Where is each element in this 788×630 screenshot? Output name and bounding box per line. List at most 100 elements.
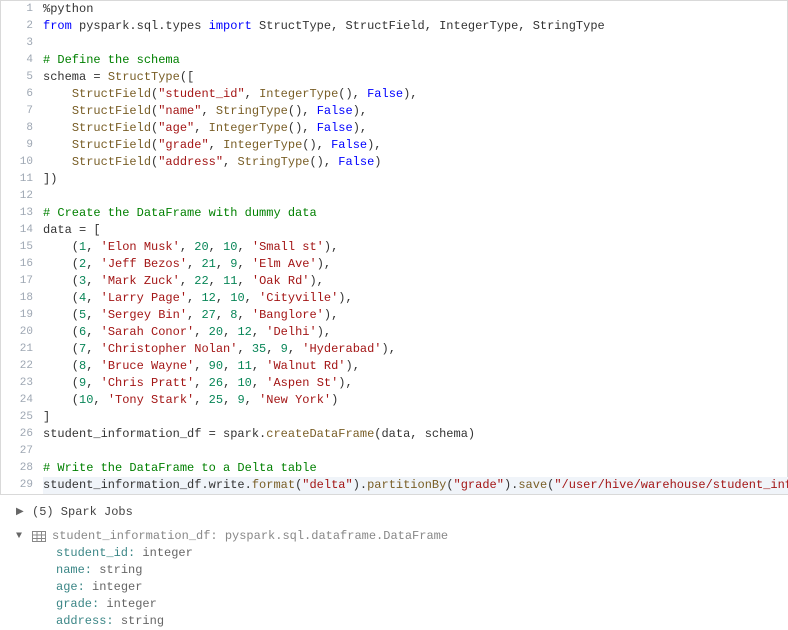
code-text[interactable]: ] — [43, 409, 787, 426]
code-line[interactable]: 20 (6, 'Sarah Conor', 20, 12, 'Delhi'), — [1, 324, 787, 341]
line-number: 14 — [1, 222, 43, 239]
line-number: 18 — [1, 290, 43, 307]
line-number: 12 — [1, 188, 43, 205]
code-text[interactable]: StructField("address", StringType(), Fal… — [43, 154, 787, 171]
line-number: 7 — [1, 103, 43, 120]
schema-field-row: address: string — [56, 613, 788, 630]
line-number: 22 — [1, 358, 43, 375]
code-text[interactable]: # Create the DataFrame with dummy data — [43, 205, 787, 222]
code-line[interactable]: 10 StructField("address", StringType(), … — [1, 154, 787, 171]
line-number: 26 — [1, 426, 43, 443]
code-line[interactable]: 9 StructField("grade", IntegerType(), Fa… — [1, 137, 787, 154]
code-text[interactable]: (1, 'Elon Musk', 20, 10, 'Small st'), — [43, 239, 787, 256]
code-text[interactable]: (7, 'Christopher Nolan', 35, 9, 'Hyderab… — [43, 341, 787, 358]
code-text[interactable]: (2, 'Jeff Bezos', 21, 9, 'Elm Ave'), — [43, 256, 787, 273]
line-number: 29 — [1, 477, 43, 494]
code-text[interactable] — [43, 188, 787, 205]
dataframe-name: student_information_df: — [52, 529, 225, 543]
code-line[interactable]: 26student_information_df = spark.createD… — [1, 426, 787, 443]
code-line[interactable]: 2from pyspark.sql.types import StructTyp… — [1, 18, 787, 35]
line-number: 1 — [1, 1, 43, 18]
code-line[interactable]: 11]) — [1, 171, 787, 188]
code-line[interactable]: 24 (10, 'Tony Stark', 25, 9, 'New York') — [1, 392, 787, 409]
line-number: 15 — [1, 239, 43, 256]
table-icon — [32, 531, 46, 542]
code-text[interactable] — [43, 443, 787, 460]
output-section: ▶ (5) Spark Jobs ▼ student_information_d… — [0, 495, 788, 630]
code-line[interactable]: 21 (7, 'Christopher Nolan', 35, 9, 'Hyde… — [1, 341, 787, 358]
line-number: 27 — [1, 443, 43, 460]
code-line[interactable]: 1%python — [1, 1, 787, 18]
code-line[interactable]: 5schema = StructType([ — [1, 69, 787, 86]
schema-list: student_id: integername: stringage: inte… — [16, 545, 788, 630]
code-line[interactable]: 25] — [1, 409, 787, 426]
code-line[interactable]: 7 StructField("name", StringType(), Fals… — [1, 103, 787, 120]
code-text[interactable]: data = [ — [43, 222, 787, 239]
code-text[interactable]: (8, 'Bruce Wayne', 90, 11, 'Walnut Rd'), — [43, 358, 787, 375]
code-text[interactable]: StructField("student_id", IntegerType(),… — [43, 86, 787, 103]
line-number: 20 — [1, 324, 43, 341]
line-number: 4 — [1, 52, 43, 69]
code-text[interactable]: (10, 'Tony Stark', 25, 9, 'New York') — [43, 392, 787, 409]
dataframe-toggle[interactable]: ▼ student_information_df: pyspark.sql.da… — [16, 527, 788, 545]
line-number: 21 — [1, 341, 43, 358]
code-line[interactable]: 22 (8, 'Bruce Wayne', 90, 11, 'Walnut Rd… — [1, 358, 787, 375]
spark-jobs-label: (5) Spark Jobs — [32, 505, 133, 519]
line-number: 23 — [1, 375, 43, 392]
code-line[interactable]: 18 (4, 'Larry Page', 12, 10, 'Cityville'… — [1, 290, 787, 307]
code-text[interactable]: (3, 'Mark Zuck', 22, 11, 'Oak Rd'), — [43, 273, 787, 290]
code-line[interactable]: 28# Write the DataFrame to a Delta table — [1, 460, 787, 477]
line-number: 9 — [1, 137, 43, 154]
line-number: 6 — [1, 86, 43, 103]
line-number: 16 — [1, 256, 43, 273]
line-number: 19 — [1, 307, 43, 324]
code-line[interactable]: 14data = [ — [1, 222, 787, 239]
code-line[interactable]: 19 (5, 'Sergey Bin', 27, 8, 'Banglore'), — [1, 307, 787, 324]
code-cell[interactable]: 1%python2from pyspark.sql.types import S… — [0, 0, 788, 495]
code-line[interactable]: 27 — [1, 443, 787, 460]
code-line[interactable]: 16 (2, 'Jeff Bezos', 21, 9, 'Elm Ave'), — [1, 256, 787, 273]
code-text[interactable]: student_information_df = spark.createDat… — [43, 426, 787, 443]
caret-down-icon: ▼ — [16, 531, 26, 542]
code-text[interactable]: (5, 'Sergey Bin', 27, 8, 'Banglore'), — [43, 307, 787, 324]
code-text[interactable]: from pyspark.sql.types import StructType… — [43, 18, 787, 35]
line-number: 8 — [1, 120, 43, 137]
line-number: 2 — [1, 18, 43, 35]
code-text[interactable]: # Define the schema — [43, 52, 787, 69]
code-line[interactable]: 15 (1, 'Elon Musk', 20, 10, 'Small st'), — [1, 239, 787, 256]
line-number: 24 — [1, 392, 43, 409]
code-line[interactable]: 13# Create the DataFrame with dummy data — [1, 205, 787, 222]
code-line[interactable]: 8 StructField("age", IntegerType(), Fals… — [1, 120, 787, 137]
code-text[interactable]: ]) — [43, 171, 787, 188]
code-line[interactable]: 3 — [1, 35, 787, 52]
code-line[interactable]: 23 (9, 'Chris Pratt', 26, 10, 'Aspen St'… — [1, 375, 787, 392]
code-text[interactable]: student_information_df.write.format("del… — [43, 477, 788, 494]
code-text[interactable]: StructField("grade", IntegerType(), Fals… — [43, 137, 787, 154]
dataframe-type: pyspark.sql.dataframe.DataFrame — [225, 529, 448, 543]
caret-right-icon: ▶ — [16, 506, 26, 518]
code-text[interactable]: %python — [43, 1, 787, 18]
schema-field-row: name: string — [56, 562, 788, 579]
code-line[interactable]: 12 — [1, 188, 787, 205]
line-number: 5 — [1, 69, 43, 86]
code-text[interactable]: (6, 'Sarah Conor', 20, 12, 'Delhi'), — [43, 324, 787, 341]
code-text[interactable]: (4, 'Larry Page', 12, 10, 'Cityville'), — [43, 290, 787, 307]
line-number: 28 — [1, 460, 43, 477]
line-number: 17 — [1, 273, 43, 290]
line-number: 25 — [1, 409, 43, 426]
code-line[interactable]: 6 StructField("student_id", IntegerType(… — [1, 86, 787, 103]
code-line[interactable]: 17 (3, 'Mark Zuck', 22, 11, 'Oak Rd'), — [1, 273, 787, 290]
code-text[interactable]: # Write the DataFrame to a Delta table — [43, 460, 787, 477]
code-line[interactable]: 4# Define the schema — [1, 52, 787, 69]
spark-jobs-toggle[interactable]: ▶ (5) Spark Jobs — [16, 503, 788, 521]
code-text[interactable] — [43, 35, 787, 52]
code-text[interactable]: schema = StructType([ — [43, 69, 787, 86]
line-number: 13 — [1, 205, 43, 222]
code-text[interactable]: (9, 'Chris Pratt', 26, 10, 'Aspen St'), — [43, 375, 787, 392]
code-text[interactable]: StructField("name", StringType(), False)… — [43, 103, 787, 120]
schema-field-row: age: integer — [56, 579, 788, 596]
line-number: 10 — [1, 154, 43, 171]
code-text[interactable]: StructField("age", IntegerType(), False)… — [43, 120, 787, 137]
code-line[interactable]: 29student_information_df.write.format("d… — [1, 477, 787, 494]
line-number: 3 — [1, 35, 43, 52]
